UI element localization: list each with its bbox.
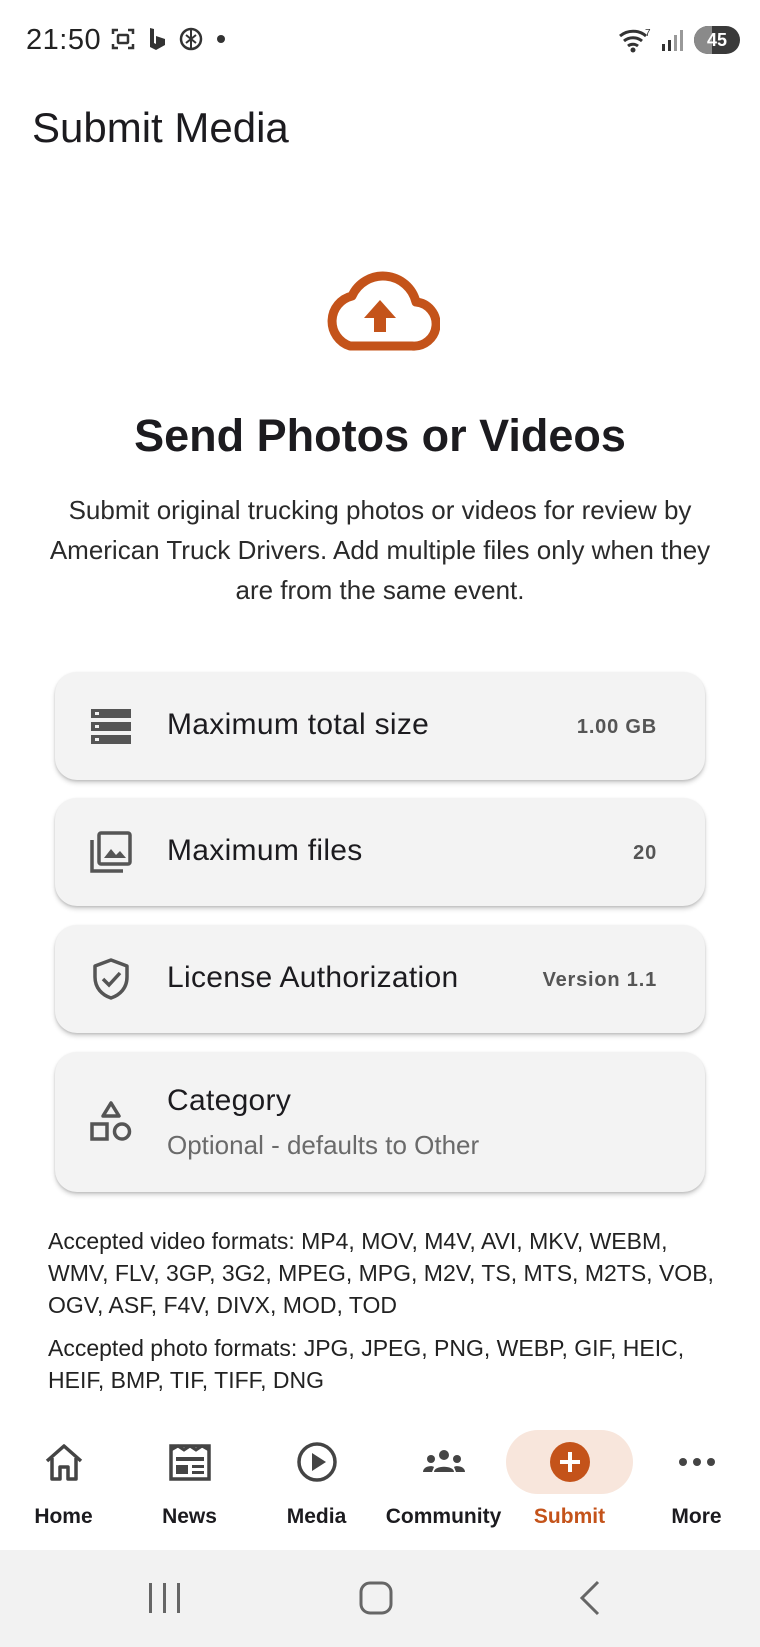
card-value: Version 1.1 xyxy=(542,969,657,991)
storage-icon xyxy=(91,709,131,744)
hero-title: Send Photos or Videos xyxy=(134,410,626,461)
status-bar: 21:50 7 45 xyxy=(0,0,760,86)
nav-label: Home xyxy=(34,1505,93,1528)
card-label: Category xyxy=(167,1084,292,1117)
nav-item-media[interactable]: Media xyxy=(253,1410,380,1550)
photo-library-icon xyxy=(90,831,132,873)
bing-icon xyxy=(150,28,165,50)
back-icon[interactable] xyxy=(560,1572,620,1624)
wifi-icon: 7 xyxy=(619,28,651,53)
video-formats-text: Accepted video formats: MP4, MOV, M4V, A… xyxy=(48,1228,714,1318)
home-icon xyxy=(45,1444,82,1481)
nav-item-news[interactable]: News xyxy=(126,1410,253,1550)
max-files-card: Maximum files 20 xyxy=(55,798,705,906)
nav-item-submit[interactable]: Submit xyxy=(506,1410,633,1550)
verified-shield-icon xyxy=(93,958,129,1000)
recents-icon[interactable] xyxy=(134,1572,194,1624)
newspaper-icon xyxy=(168,1444,211,1481)
svg-text:7: 7 xyxy=(645,28,651,39)
nav-label: Media xyxy=(286,1505,347,1528)
category-icon xyxy=(90,1101,132,1141)
battery-icon: 45 xyxy=(694,26,740,54)
screenshot-icon xyxy=(111,28,135,50)
status-notification-icons xyxy=(110,26,228,52)
people-icon xyxy=(422,1450,465,1472)
card-label: License Authorization xyxy=(167,961,459,994)
dot-icon xyxy=(217,35,225,43)
status-time: 21:50 xyxy=(26,24,102,56)
system-navigation-bar xyxy=(0,1550,760,1647)
nav-label: More xyxy=(671,1505,722,1528)
nav-item-more[interactable]: More xyxy=(633,1410,760,1550)
home-button-icon[interactable] xyxy=(346,1572,406,1624)
nav-item-community[interactable]: Community xyxy=(380,1410,507,1550)
card-value: 1.00 GB xyxy=(576,716,657,738)
nav-item-home[interactable]: Home xyxy=(0,1410,127,1550)
add-circle-icon xyxy=(549,1442,590,1482)
category-card[interactable]: Category Optional - defaults to Other xyxy=(55,1052,705,1192)
card-value: 20 xyxy=(633,842,657,864)
nav-label: News xyxy=(162,1505,217,1528)
more-horizontal-icon xyxy=(678,1458,715,1466)
status-system-icons: 7 45 xyxy=(618,26,740,54)
photo-formats-text: Accepted photo formats: JPG, JPEG, PNG, … xyxy=(48,1335,685,1393)
bottom-navigation: Home News Media Community Submit More xyxy=(0,1410,760,1550)
cloud-upload-icon xyxy=(327,271,440,351)
max-total-size-card: Maximum total size 1.00 GB xyxy=(55,672,705,780)
card-label: Maximum files xyxy=(167,834,363,867)
card-sublabel: Optional - defaults to Other xyxy=(167,1130,480,1160)
signal-icon xyxy=(662,30,683,51)
chatgpt-icon xyxy=(179,27,203,51)
nav-label: Community xyxy=(385,1505,502,1528)
license-authorization-card[interactable]: License Authorization Version 1.1 xyxy=(55,925,705,1033)
page-title: Submit Media xyxy=(32,104,289,151)
nav-label: Submit xyxy=(533,1505,606,1528)
play-circle-icon xyxy=(296,1442,337,1482)
card-label: Maximum total size xyxy=(167,708,430,741)
hero-description: Submit original trucking photos or video… xyxy=(49,495,711,605)
